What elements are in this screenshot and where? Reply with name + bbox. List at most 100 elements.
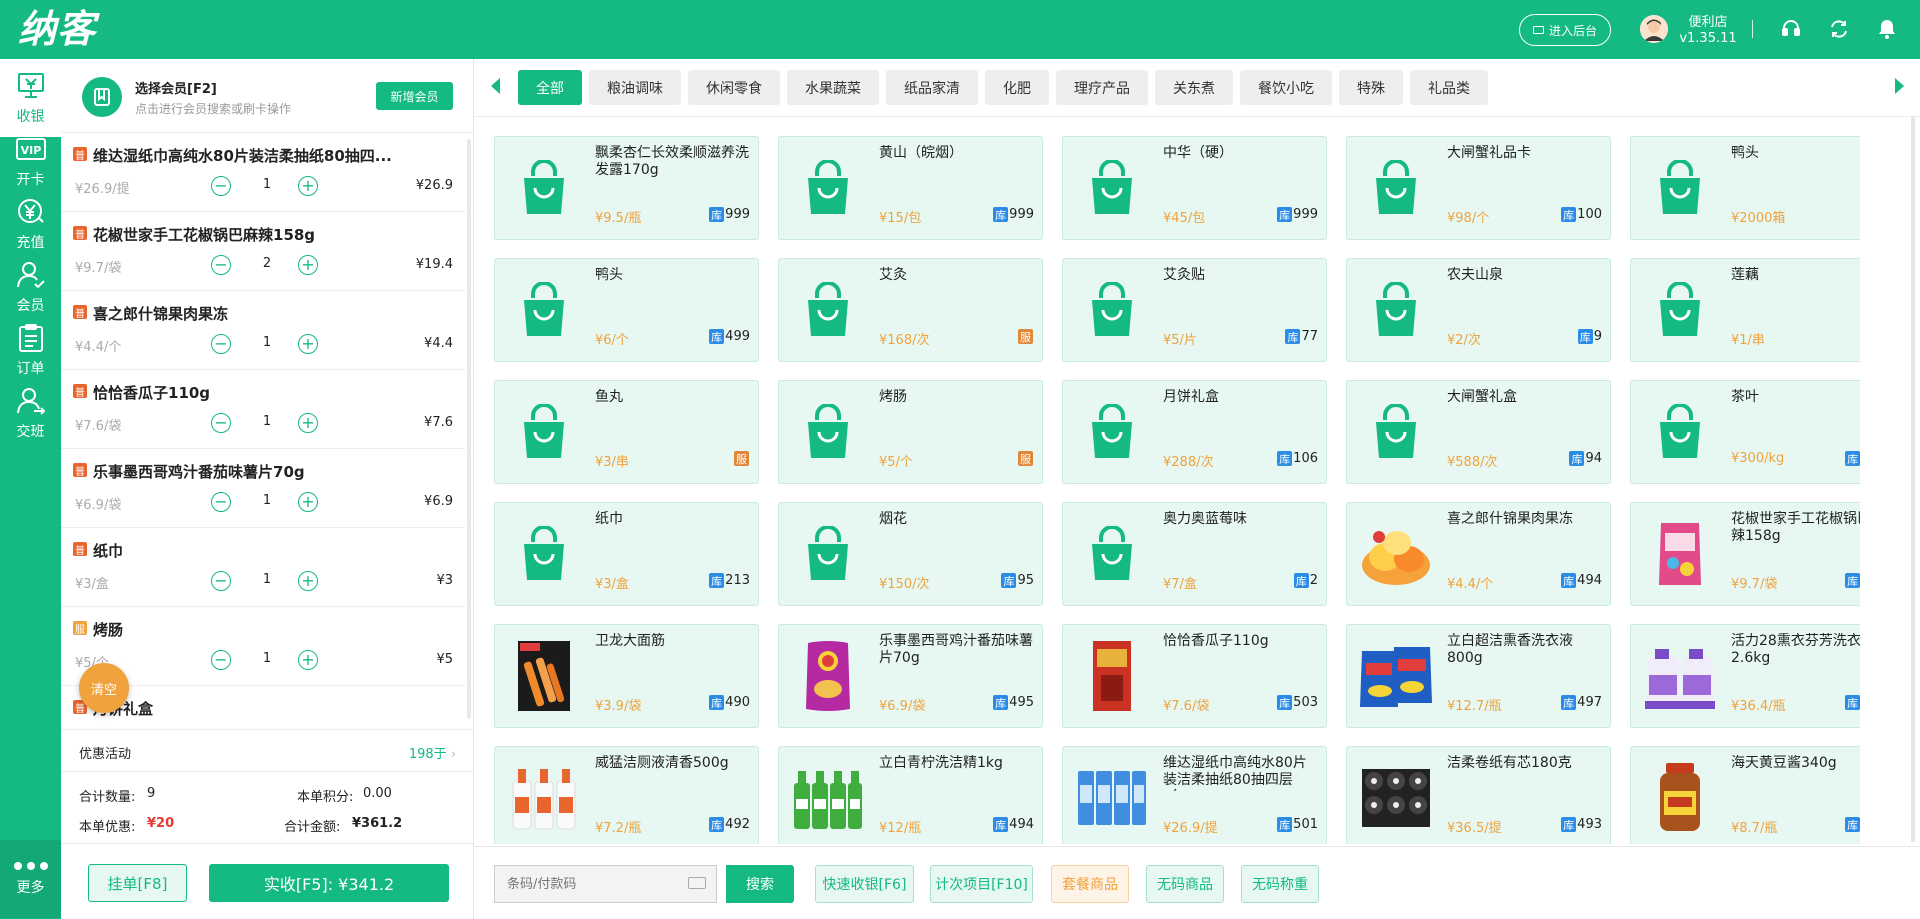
set-meal-button[interactable]: 套餐商品 <box>1051 865 1129 903</box>
category-tab[interactable]: 水果蔬菜 <box>787 70 879 105</box>
increase-qty-button[interactable]: + <box>298 413 318 433</box>
chevron-right-icon[interactable] <box>1895 78 1904 94</box>
product-tile[interactable]: 飘柔杏仁长效柔顺滋养洗发露170g ¥9.5/瓶 库 999 <box>494 136 759 240</box>
promotion-row[interactable]: 优惠活动 198于 › <box>61 729 474 772</box>
cart-item[interactable]: 普花椒世家手工花椒锅巴麻辣158g ¥9.7/袋 − 2 + ¥19.4 <box>61 212 465 291</box>
product-tile[interactable]: 中华（硬） ¥45/包 库 999 <box>1062 136 1327 240</box>
product-tile[interactable]: 恰恰香瓜子110g ¥7.6/袋 库 503 <box>1062 624 1327 728</box>
customer-service-icon[interactable] <box>1778 16 1804 42</box>
sync-icon[interactable] <box>1826 16 1852 42</box>
product-tile[interactable]: 立白超洁熏香洗衣液800g ¥12.7/瓶 库 497 <box>1346 624 1611 728</box>
cart-item-qty[interactable]: 2 <box>247 256 287 271</box>
product-image <box>1641 515 1719 593</box>
cart-item-qty[interactable]: 1 <box>247 493 287 508</box>
product-tile[interactable]: 茶叶 ¥300/kg 库494 <box>1630 380 1860 484</box>
product-tile[interactable]: 烤肠 ¥5/个 服 <box>778 380 1043 484</box>
no-code-goods-button[interactable]: 无码商品 <box>1146 865 1224 903</box>
count-items-button[interactable]: 计次项目[F10] <box>930 865 1033 903</box>
product-tile[interactable]: 活力28熏衣芬芳洗衣液2.6kg ¥36.4/瓶 库488 <box>1630 624 1860 728</box>
decrease-qty-button[interactable]: − <box>211 571 231 591</box>
grid-scrollbar[interactable] <box>1911 116 1915 842</box>
cart-item-qty[interactable]: 1 <box>247 572 287 587</box>
no-code-weigh-button[interactable]: 无码称重 <box>1241 865 1319 903</box>
decrease-qty-button[interactable]: − <box>211 255 231 275</box>
cart-item-qty[interactable]: 1 <box>247 651 287 666</box>
product-tile[interactable]: 鱼丸 ¥3/串 服 <box>494 380 759 484</box>
cart-item[interactable]: 普恰恰香瓜子110g ¥7.6/袋 − 1 + ¥7.6 <box>61 370 465 449</box>
cart-item-qty[interactable]: 1 <box>247 335 287 350</box>
clear-cart-button[interactable]: 清空 <box>79 663 129 713</box>
product-tile[interactable]: 海天黄豆酱340g ¥8.7/瓶 库498 <box>1630 746 1860 844</box>
product-tile[interactable]: 莲藕¥1/串服 <box>1630 258 1860 362</box>
sidebar-item-shift[interactable]: 交班 <box>0 374 61 452</box>
member-selector[interactable]: 选择会员[F2] 点击进行会员搜索或刷卡操作 新增会员 <box>61 59 474 133</box>
decrease-qty-button[interactable]: − <box>211 650 231 670</box>
product-tile[interactable]: 维达湿纸巾高纯水80片装洁柔抽纸80抽四层（... ¥26.9/提 库501 <box>1062 746 1327 844</box>
increase-qty-button[interactable]: + <box>298 334 318 354</box>
hold-order-button[interactable]: 挂单[F8] <box>88 864 187 902</box>
product-tile[interactable]: 奥力奥蓝莓味 ¥7/盒 库 2 <box>1062 502 1327 606</box>
product-stock: 库 493 <box>1561 817 1602 832</box>
enter-admin-button[interactable]: 进入后台 <box>1519 14 1611 46</box>
product-tile[interactable]: 纸巾 ¥3/盒 库 213 <box>494 502 759 606</box>
add-member-button[interactable]: 新增会员 <box>376 82 453 110</box>
cart-item-qty[interactable]: 1 <box>247 414 287 429</box>
product-tile[interactable]: 农夫山泉 ¥2/次 库 9 <box>1346 258 1611 362</box>
cart-item[interactable]: 普纸巾 ¥3/盒 − 1 + ¥3 <box>61 528 465 607</box>
category-tab[interactable]: 餐饮小吃 <box>1240 70 1332 105</box>
checkout-pay-button[interactable]: 实收[F5]: ¥341.2 <box>209 864 449 902</box>
cart-item-qty[interactable]: 1 <box>247 177 287 192</box>
cart-item-name: 喜之郎什锦果肉果冻 <box>93 305 229 323</box>
category-tab[interactable]: 关东煮 <box>1155 70 1233 105</box>
decrease-qty-button[interactable]: − <box>211 176 231 196</box>
product-tile[interactable]: 乐事墨西哥鸡汁番茄味薯片70g ¥6.9/袋 库 495 <box>778 624 1043 728</box>
product-tile[interactable]: 洁柔卷纸有芯180克 ¥36.5/提 库 493 <box>1346 746 1611 844</box>
cart-item[interactable]: 普喜之郎什锦果肉果冻 ¥4.4/个 − 1 + ¥4.4 <box>61 291 465 370</box>
product-tile[interactable]: 大闸蟹礼盒 ¥588/次 库 94 <box>1346 380 1611 484</box>
category-tab[interactable]: 化肥 <box>985 70 1049 105</box>
barcode-input[interactable] <box>494 865 717 903</box>
cart-scrollbar[interactable] <box>467 139 471 719</box>
category-tab[interactable]: 礼品类 <box>1410 70 1488 105</box>
product-tile[interactable]: 威猛洁厕液清香500g ¥7.2/瓶 库 492 <box>494 746 759 844</box>
product-tile[interactable]: 黄山（皖烟） ¥15/包 库 999 <box>778 136 1043 240</box>
decrease-qty-button[interactable]: − <box>211 413 231 433</box>
stock-badge: 库 <box>709 817 725 832</box>
category-tab[interactable]: 粮油调味 <box>589 70 681 105</box>
product-tile[interactable]: 大闸蟹礼品卡 ¥98/个 库 100 <box>1346 136 1611 240</box>
increase-qty-button[interactable]: + <box>298 255 318 275</box>
category-tab[interactable]: 纸品家清 <box>886 70 978 105</box>
product-stock: 库494 <box>993 817 1034 832</box>
quick-pay-button[interactable]: 快速收银[F6] <box>815 865 914 903</box>
increase-qty-button[interactable]: + <box>298 571 318 591</box>
category-tab[interactable]: 特殊 <box>1339 70 1403 105</box>
product-price: ¥3/盒 <box>595 577 629 592</box>
avatar[interactable] <box>1640 15 1668 43</box>
category-tab[interactable]: 理疗产品 <box>1056 70 1148 105</box>
category-tab[interactable]: 全部 <box>518 70 582 105</box>
product-tile[interactable]: 卫龙大面筋 ¥3.9/袋 库 490 <box>494 624 759 728</box>
product-tile[interactable]: 月饼礼盒 ¥288/次 库 106 <box>1062 380 1327 484</box>
category-tab[interactable]: 休闲零食 <box>688 70 780 105</box>
product-tile[interactable]: 立白青柠洗洁精1kg ¥12/瓶 库 494 <box>778 746 1043 844</box>
bell-icon[interactable] <box>1874 16 1900 42</box>
product-tile[interactable]: 花椒世家手工花椒锅巴麻辣158g ¥9.7/袋 库490 <box>1630 502 1860 606</box>
chevron-left-icon[interactable] <box>491 78 500 94</box>
more-button[interactable]: 更多 <box>0 840 61 918</box>
keyboard-icon[interactable] <box>688 877 706 889</box>
product-tile[interactable]: 鸭头¥2000箱库0 <box>1630 136 1860 240</box>
cart-item[interactable]: 普乐事墨西哥鸡汁番茄味薯片70g ¥6.9/袋 − 1 + ¥6.9 <box>61 449 465 528</box>
product-tile[interactable]: 艾灸 ¥168/次 服 <box>778 258 1043 362</box>
product-tile[interactable]: 艾灸贴 ¥5/片 库 77 <box>1062 258 1327 362</box>
increase-qty-button[interactable]: + <box>298 492 318 512</box>
product-tile[interactable]: 喜之郎什锦果肉果冻 ¥4.4/个 库 494 <box>1346 502 1611 606</box>
product-tile[interactable]: 鸭头 ¥6/个 库 499 <box>494 258 759 362</box>
increase-qty-button[interactable]: + <box>298 650 318 670</box>
decrease-qty-button[interactable]: − <box>211 492 231 512</box>
sidebar: 收银 VIP 开卡 充值 会员 订单 交班 更多 <box>0 59 61 919</box>
cart-item[interactable]: 普维达湿纸巾高纯水80片装洁柔抽纸80抽四... ¥26.9/提 − 1 + ¥26.9 <box>61 133 465 212</box>
decrease-qty-button[interactable]: − <box>211 334 231 354</box>
increase-qty-button[interactable]: + <box>298 176 318 196</box>
product-tile[interactable]: 烟花 ¥150/次 库 95 <box>778 502 1043 606</box>
search-button[interactable]: 搜索 <box>726 865 794 903</box>
